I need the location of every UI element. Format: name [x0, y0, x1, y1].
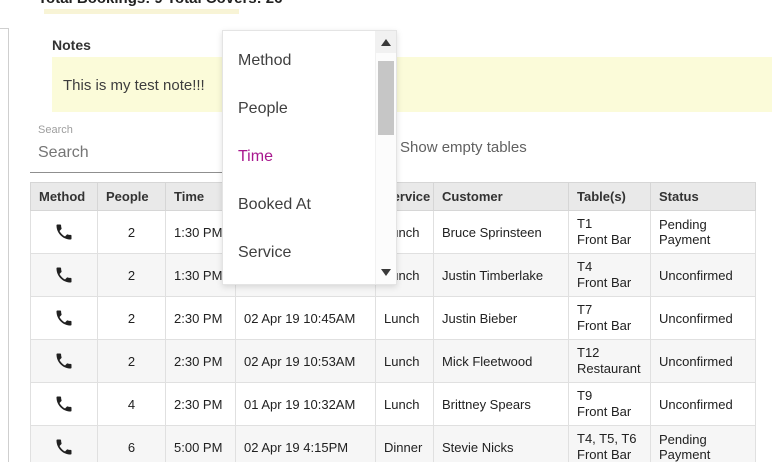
tables-cell: T12 Restaurant [568, 339, 651, 383]
phone-icon [54, 266, 74, 283]
column-header-tables[interactable]: Table(s) [568, 182, 651, 211]
status-cell: Unconfirmed [650, 339, 756, 383]
table-row[interactable]: 6 5:00 PM 02 Apr 19 4:15PM Dinner Stevie Nic… [30, 425, 756, 462]
table-area: Restaurant [577, 361, 641, 376]
search-label: Search [38, 124, 73, 136]
table-numbers: T4, T5, T6 [577, 431, 637, 446]
method-cell [30, 296, 98, 340]
table-area: Front Bar [577, 447, 632, 462]
column-header-status[interactable]: Status [650, 182, 756, 211]
triangle-up-icon [381, 39, 391, 46]
method-cell [30, 339, 98, 383]
panel-edge [0, 28, 9, 462]
table-area: Front Bar [577, 404, 632, 419]
column-header-method[interactable]: Method [30, 182, 98, 211]
scrollbar-thumb[interactable] [378, 61, 394, 135]
table-row[interactable]: 2 2:30 PM 02 Apr 19 10:53AM Lunch Mick Fleet… [30, 339, 756, 383]
scroll-down-button[interactable] [376, 262, 396, 282]
status-cell: Pending Payment [650, 210, 756, 254]
show-empty-tables-label[interactable]: Show empty tables [400, 139, 527, 156]
status-cell: Pending Payment [650, 425, 756, 462]
table-area: Front Bar [577, 318, 632, 333]
customer-cell: Mick Fleetwood [433, 339, 569, 383]
dropdown-scrollbar[interactable] [375, 31, 396, 284]
dropdown-item-time[interactable]: Time [223, 133, 375, 181]
phone-icon [54, 352, 74, 369]
table-numbers: T1 [577, 216, 593, 231]
booked-at-cell: 02 Apr 19 4:15PM [235, 425, 376, 462]
people-cell: 2 [97, 296, 166, 340]
triangle-down-icon [381, 269, 391, 276]
tables-cell: T4, T5, T6 Front Bar [568, 425, 651, 462]
scroll-up-button[interactable] [376, 31, 396, 53]
table-row[interactable]: 4 2:30 PM 01 Apr 19 10:32AM Lunch Brittney S… [30, 382, 756, 426]
time-cell: 2:30 PM [165, 382, 236, 426]
customer-cell: Justin Bieber [433, 296, 569, 340]
title-highlight-remnant [44, 9, 239, 14]
tables-cell: T7 Front Bar [568, 296, 651, 340]
table-area: Front Bar [577, 275, 632, 290]
service-cell: Dinner [375, 425, 434, 462]
booked-at-cell: 02 Apr 19 10:53AM [235, 339, 376, 383]
people-cell: 2 [97, 253, 166, 297]
column-header-people[interactable]: People [97, 182, 166, 211]
bookings-page: Total Bookings: 9 Total Covers: 26 Notes… [0, 0, 772, 462]
service-cell: Lunch [375, 339, 434, 383]
tables-cell: T9 Front Bar [568, 382, 651, 426]
customer-cell: Stevie Nicks [433, 425, 569, 462]
table-numbers: T4 [577, 259, 593, 274]
table-numbers: T9 [577, 388, 593, 403]
column-filter-dropdown: Method People Time Booked At Service [222, 30, 397, 285]
dropdown-item-method[interactable]: Method [223, 37, 375, 85]
phone-icon [54, 223, 74, 240]
dropdown-item-booked-at[interactable]: Booked At [223, 181, 375, 229]
customer-cell: Justin Timberlake [433, 253, 569, 297]
page-title: Total Bookings: 9 Total Covers: 26 [38, 0, 282, 7]
note-text: This is my test note!!! [63, 77, 205, 94]
customer-cell: Bruce Sprinsteen [433, 210, 569, 254]
method-cell [30, 253, 98, 297]
customer-cell: Brittney Spears [433, 382, 569, 426]
notes-heading: Notes [52, 37, 91, 53]
people-cell: 6 [97, 425, 166, 462]
method-cell [30, 425, 98, 462]
table-row[interactable]: 2 2:30 PM 02 Apr 19 10:45AM Lunch Justin Bie… [30, 296, 756, 340]
people-cell: 2 [97, 210, 166, 254]
method-cell [30, 382, 98, 426]
booked-at-cell: 01 Apr 19 10:32AM [235, 382, 376, 426]
people-cell: 2 [97, 339, 166, 383]
method-cell [30, 210, 98, 254]
column-header-customer[interactable]: Customer [433, 182, 569, 211]
table-area: Front Bar [577, 232, 632, 247]
service-cell: Lunch [375, 296, 434, 340]
table-numbers: T12 [577, 345, 600, 360]
note-box: This is my test note!!! [52, 57, 772, 112]
phone-icon [54, 395, 74, 412]
tables-cell: T1 Front Bar [568, 210, 651, 254]
time-cell: 2:30 PM [165, 296, 236, 340]
status-cell: Unconfirmed [650, 296, 756, 340]
booked-at-cell: 02 Apr 19 10:45AM [235, 296, 376, 340]
people-cell: 4 [97, 382, 166, 426]
dropdown-item-service[interactable]: Service [223, 229, 375, 277]
dropdown-item-people[interactable]: People [223, 85, 375, 133]
tables-cell: T4 Front Bar [568, 253, 651, 297]
status-cell: Unconfirmed [650, 253, 756, 297]
phone-icon [54, 309, 74, 326]
status-cell: Unconfirmed [650, 382, 756, 426]
phone-icon [54, 438, 74, 455]
time-cell: 2:30 PM [165, 339, 236, 383]
service-cell: Lunch [375, 382, 434, 426]
table-numbers: T7 [577, 302, 593, 317]
time-cell: 5:00 PM [165, 425, 236, 462]
